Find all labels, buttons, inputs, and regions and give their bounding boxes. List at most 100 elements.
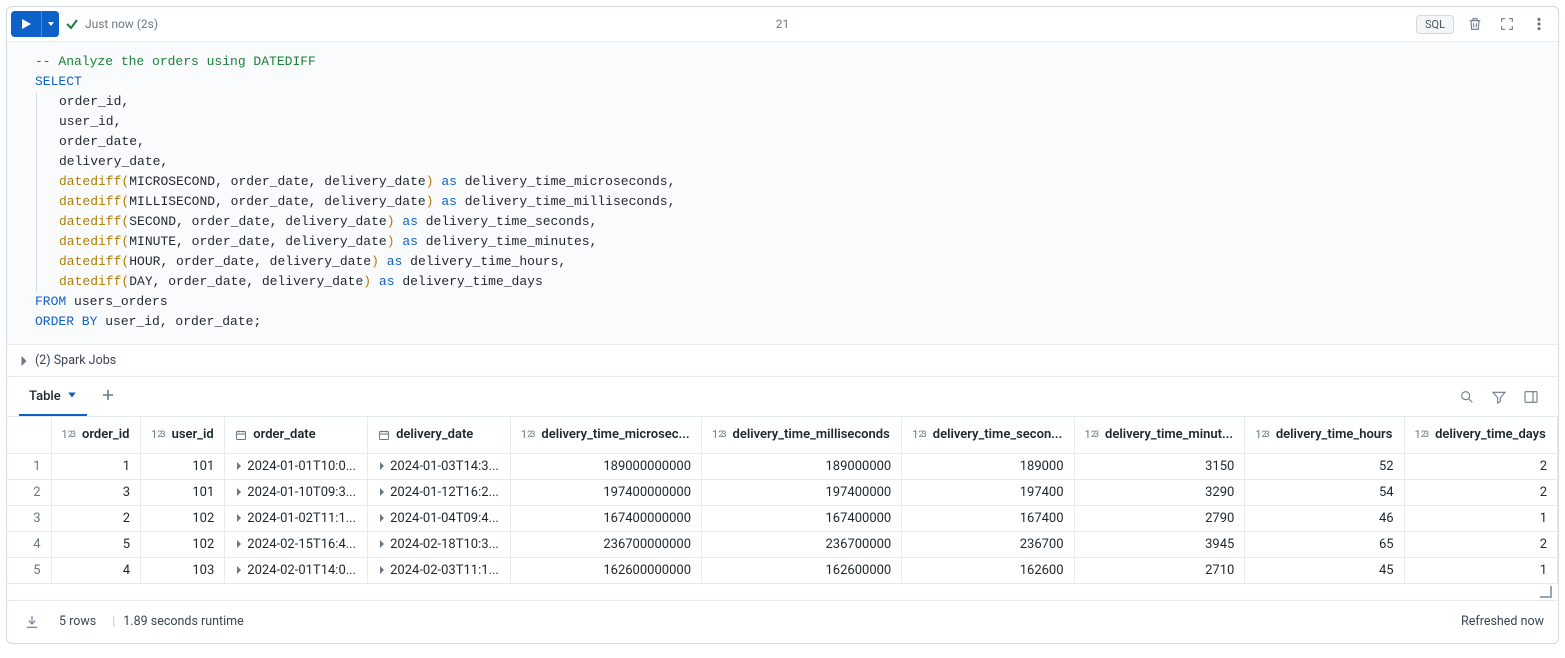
row-number: 4 bbox=[7, 531, 51, 557]
expand-chevron-icon[interactable] bbox=[378, 566, 386, 574]
code-editor[interactable]: -- Analyze the orders using DATEDIFF SEL… bbox=[7, 42, 1558, 345]
run-button[interactable] bbox=[11, 11, 41, 37]
column-header[interactable]: 123delivery_time_secon... bbox=[902, 417, 1074, 453]
column-header[interactable]: 123order_id bbox=[51, 417, 141, 453]
add-tab-button[interactable] bbox=[91, 378, 125, 416]
cell: 236700 bbox=[902, 531, 1074, 557]
download-icon[interactable] bbox=[21, 611, 43, 633]
runtime-label: 1.89 seconds runtime bbox=[123, 614, 243, 629]
cell-toolbar: Just now (2s) 21 SQL bbox=[7, 7, 1558, 42]
cell: 2024-01-01T10:0... bbox=[225, 453, 368, 479]
column-header[interactable]: 123delivery_time_milliseconds bbox=[702, 417, 902, 453]
cell: 3290 bbox=[1074, 479, 1245, 505]
resize-handle[interactable] bbox=[7, 584, 1558, 600]
expand-chevron-icon[interactable] bbox=[235, 540, 243, 548]
cell: 2024-01-02T11:1... bbox=[225, 505, 368, 531]
numeric-type-icon: 123 bbox=[62, 428, 77, 441]
notebook-cell: Just now (2s) 21 SQL -- Analyze the orde… bbox=[6, 6, 1559, 644]
spark-jobs-toggle[interactable]: (2) Spark Jobs bbox=[7, 345, 1558, 377]
delete-icon[interactable] bbox=[1464, 13, 1486, 35]
cell: 54 bbox=[1245, 479, 1404, 505]
cell: 2024-02-15T16:4... bbox=[225, 531, 368, 557]
cell: 2 bbox=[1404, 479, 1557, 505]
expand-chevron-icon[interactable] bbox=[378, 462, 386, 470]
table-row[interactable]: 451022024-02-15T16:4...2024-02-18T10:3..… bbox=[7, 531, 1558, 557]
cell: 2024-02-03T11:1... bbox=[368, 557, 511, 583]
filter-icon[interactable] bbox=[1488, 386, 1510, 408]
fullscreen-icon[interactable] bbox=[1496, 13, 1518, 35]
numeric-type-icon: 123 bbox=[521, 428, 536, 441]
expand-chevron-icon[interactable] bbox=[378, 514, 386, 522]
column-header[interactable]: 123delivery_time_minut... bbox=[1074, 417, 1245, 453]
expand-chevron-icon[interactable] bbox=[235, 566, 243, 574]
cell: 167400000000 bbox=[510, 505, 701, 531]
cell: 2 bbox=[1404, 531, 1557, 557]
results-table: 123order_id123user_idorder_datedelivery_… bbox=[7, 417, 1558, 584]
row-number: 1 bbox=[7, 453, 51, 479]
numeric-type-icon: 123 bbox=[1085, 428, 1100, 441]
cell: 2 bbox=[51, 505, 141, 531]
column-header[interactable]: 123delivery_time_microsec... bbox=[510, 417, 701, 453]
column-header[interactable]: order_date bbox=[225, 417, 368, 453]
cell: 101 bbox=[141, 453, 225, 479]
cell: 102 bbox=[141, 505, 225, 531]
panel-icon[interactable] bbox=[1520, 386, 1542, 408]
expand-chevron-icon[interactable] bbox=[235, 462, 243, 470]
cell: 162600000 bbox=[702, 557, 902, 583]
run-button-group bbox=[11, 11, 59, 37]
row-number-header bbox=[7, 417, 51, 453]
row-number: 3 bbox=[7, 505, 51, 531]
tab-label: Table bbox=[29, 389, 61, 404]
results-tabs: Table bbox=[7, 377, 1558, 416]
language-badge[interactable]: SQL bbox=[1416, 15, 1454, 34]
cell: 2024-02-01T14:0... bbox=[225, 557, 368, 583]
cell: 5 bbox=[51, 531, 141, 557]
cell: 65 bbox=[1245, 531, 1404, 557]
cell: 52 bbox=[1245, 453, 1404, 479]
table-row[interactable]: 111012024-01-01T10:0...2024-01-03T14:3..… bbox=[7, 453, 1558, 479]
cell: 2024-01-04T09:4... bbox=[368, 505, 511, 531]
cell: 2024-01-03T14:3... bbox=[368, 453, 511, 479]
cell: 3 bbox=[51, 479, 141, 505]
chevron-right-icon bbox=[19, 356, 29, 366]
cell: 1 bbox=[1404, 557, 1557, 583]
results-table-container: 123order_id123user_idorder_datedelivery_… bbox=[7, 416, 1558, 600]
row-number: 2 bbox=[7, 479, 51, 505]
cell: 2 bbox=[1404, 453, 1557, 479]
expand-chevron-icon[interactable] bbox=[235, 488, 243, 496]
kebab-menu-icon[interactable] bbox=[1528, 13, 1550, 35]
cell: 189000 bbox=[902, 453, 1074, 479]
refreshed-label: Refreshed now bbox=[1461, 614, 1544, 629]
tab-table[interactable]: Table bbox=[19, 377, 87, 416]
table-row[interactable]: 321022024-01-02T11:1...2024-01-04T09:4..… bbox=[7, 505, 1558, 531]
cell: 189000000000 bbox=[510, 453, 701, 479]
cell: 4 bbox=[51, 557, 141, 583]
date-type-icon bbox=[378, 429, 390, 441]
row-count: 5 rows bbox=[59, 614, 96, 629]
cell: 197400000000 bbox=[510, 479, 701, 505]
table-row[interactable]: 231012024-01-10T09:3...2024-01-12T16:2..… bbox=[7, 479, 1558, 505]
search-icon[interactable] bbox=[1456, 386, 1478, 408]
column-header[interactable]: 123delivery_time_days bbox=[1404, 417, 1557, 453]
cell: 1 bbox=[1404, 505, 1557, 531]
cell: 162600 bbox=[902, 557, 1074, 583]
cell: 2024-02-18T10:3... bbox=[368, 531, 511, 557]
row-number: 5 bbox=[7, 557, 51, 583]
column-header[interactable]: 123delivery_time_hours bbox=[1245, 417, 1404, 453]
cell: 101 bbox=[141, 479, 225, 505]
expand-chevron-icon[interactable] bbox=[235, 514, 243, 522]
cell: 167400000 bbox=[702, 505, 902, 531]
cell-number: 21 bbox=[776, 17, 790, 31]
expand-chevron-icon[interactable] bbox=[378, 488, 386, 496]
table-row[interactable]: 541032024-02-01T14:0...2024-02-03T11:1..… bbox=[7, 557, 1558, 583]
numeric-type-icon: 123 bbox=[1255, 428, 1270, 441]
results-footer: 5 rows | 1.89 seconds runtime Refreshed … bbox=[7, 600, 1558, 643]
expand-chevron-icon[interactable] bbox=[378, 540, 386, 548]
run-status: Just now (2s) bbox=[85, 17, 158, 31]
cell: 197400000 bbox=[702, 479, 902, 505]
column-header[interactable]: 123user_id bbox=[141, 417, 225, 453]
chevron-down-icon[interactable] bbox=[67, 389, 77, 404]
cell: 103 bbox=[141, 557, 225, 583]
run-options-dropdown[interactable] bbox=[41, 11, 59, 37]
column-header[interactable]: delivery_date bbox=[368, 417, 511, 453]
